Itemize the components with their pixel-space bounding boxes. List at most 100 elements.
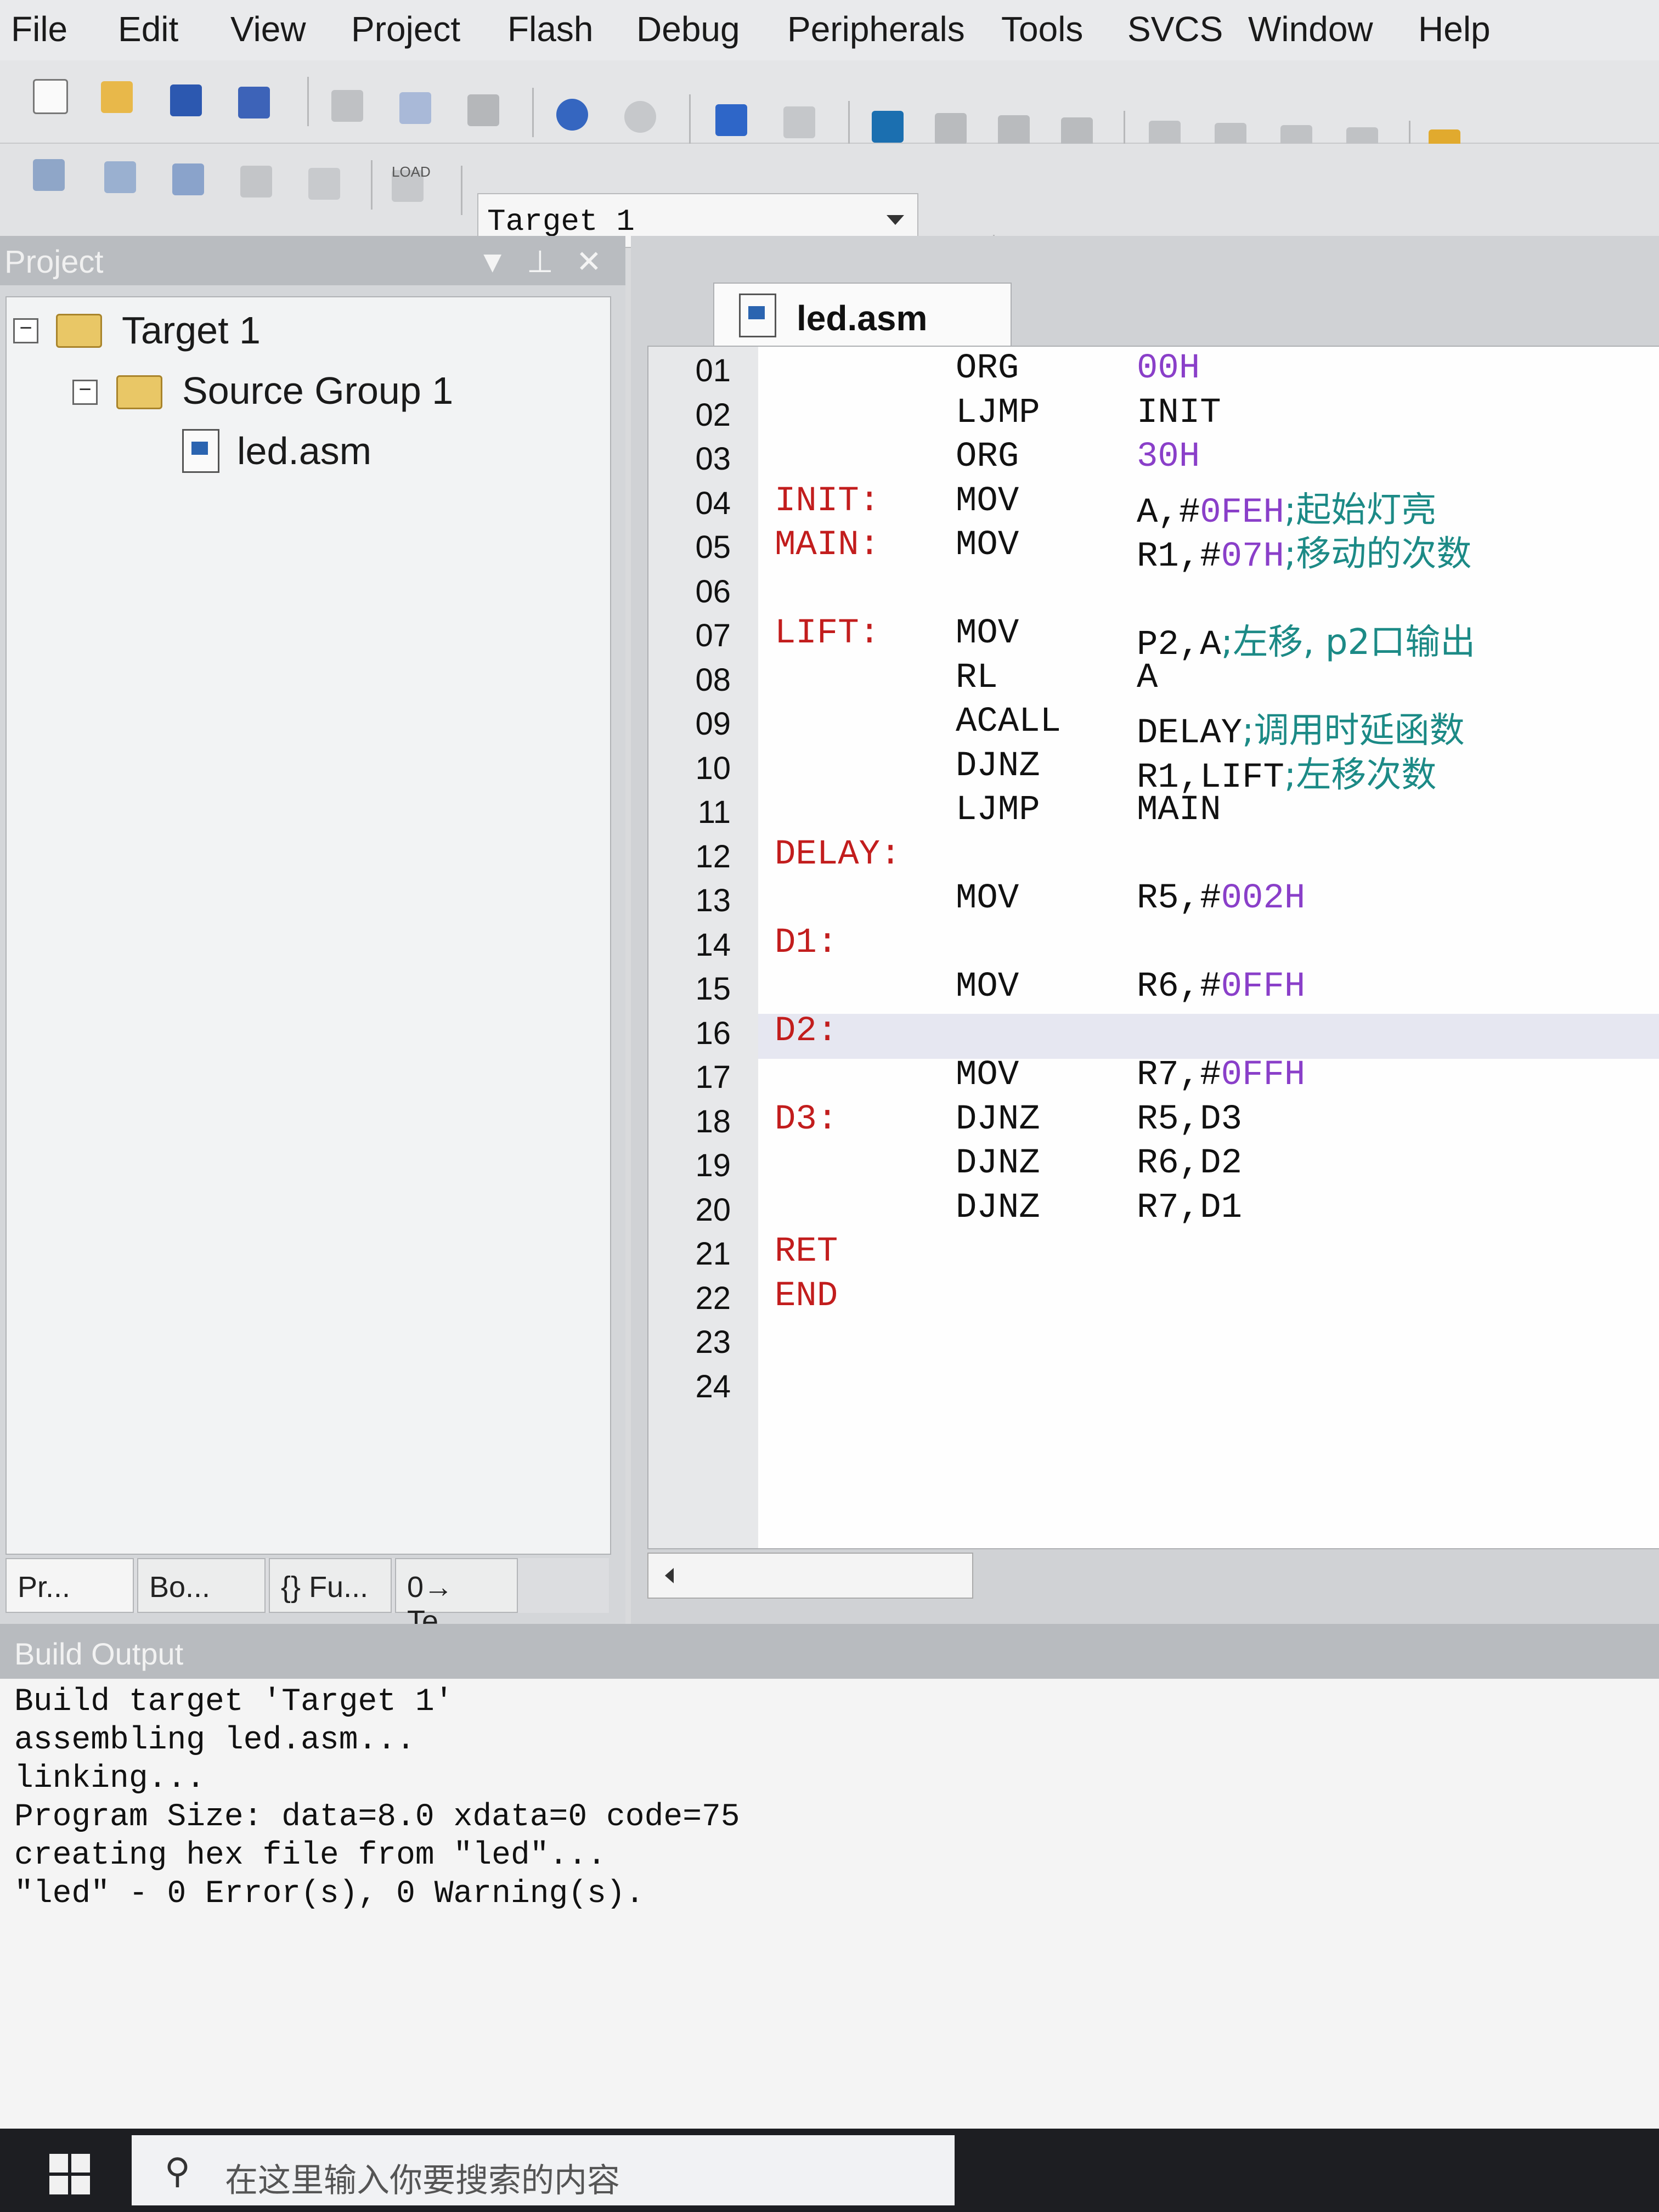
code-operand: MAIN	[1137, 791, 1221, 830]
tab-project[interactable]: Pr...	[5, 1558, 134, 1613]
collapse-target-icon[interactable]: −	[13, 318, 38, 343]
panel-menu-icon[interactable]: ▼	[477, 244, 507, 279]
translate-icon[interactable]	[25, 151, 72, 199]
redo-icon[interactable]	[617, 93, 664, 140]
code-mnemonic: ORG	[956, 437, 1019, 477]
line-number: 15	[695, 971, 731, 1007]
tree-item-target[interactable]: Target 1	[122, 308, 261, 352]
code-mnemonic: ACALL	[956, 702, 1062, 742]
copy-icon[interactable]	[392, 84, 439, 132]
line-number: 03	[695, 441, 731, 477]
line-number: 22	[695, 1280, 731, 1316]
tree-item-source-group[interactable]: Source Group 1	[182, 369, 453, 413]
project-panel-tabs: Pr... Bo... {} Fu... 0→ Te...	[5, 1558, 609, 1638]
undo-icon[interactable]	[549, 91, 596, 138]
menu-window[interactable]: Window	[1248, 9, 1373, 49]
open-folder-icon[interactable]	[93, 74, 140, 121]
stop-build-icon[interactable]	[301, 160, 348, 207]
project-panel-header: Project ▼ ⊥ ✕	[0, 236, 625, 285]
code-operand: 30H	[1137, 437, 1200, 477]
operand-text: A	[1137, 658, 1158, 698]
menu-flash[interactable]: Flash	[507, 9, 594, 49]
code-label: D3:	[775, 1099, 838, 1139]
build-output-line: "led" - 0 Error(s), 0 Warning(s).	[14, 1876, 645, 1912]
operand-text: INIT	[1137, 393, 1221, 433]
menu-help[interactable]: Help	[1418, 9, 1491, 49]
code-operand: R7,#0FFH	[1137, 1056, 1305, 1095]
numeric-literal: 07H	[1221, 537, 1284, 577]
save-all-icon[interactable]	[230, 79, 278, 126]
code-operand: R5,#002H	[1137, 879, 1305, 918]
paste-icon[interactable]	[460, 87, 507, 134]
horizontal-scrollbar[interactable]	[647, 1553, 973, 1599]
asm-file-icon	[739, 294, 776, 337]
build-icon[interactable]	[97, 154, 144, 201]
taskbar: ⚲ 在这里输入你要搜索的内容	[0, 2129, 1659, 2212]
numeric-literal: 002H	[1221, 879, 1306, 918]
current-line-highlight	[758, 1014, 1659, 1059]
numeric-literal: 00H	[1137, 349, 1200, 388]
save-icon[interactable]	[162, 77, 210, 124]
menu-view[interactable]: View	[230, 9, 306, 49]
code-mnemonic: MOV	[956, 481, 1019, 521]
taskbar-search-box[interactable]: ⚲ 在这里输入你要搜索的内容	[132, 2135, 955, 2205]
code-label: END	[775, 1276, 838, 1316]
menu-edit[interactable]: Edit	[118, 9, 178, 49]
asm-file-icon	[182, 429, 219, 473]
collapse-group-icon[interactable]: −	[72, 380, 98, 405]
code-operand: R1,#07H;移动的次数	[1137, 526, 1471, 577]
pin-icon[interactable]: ⊥	[527, 244, 554, 280]
tree-item-led-asm[interactable]: led.asm	[237, 429, 371, 473]
line-number: 07	[695, 618, 731, 653]
code-mnemonic: LJMP	[956, 393, 1040, 433]
menu-peripherals[interactable]: Peripherals	[787, 9, 965, 49]
code-label: D1:	[775, 923, 838, 963]
taskbar-search-placeholder: 在这里输入你要搜索的内容	[225, 2162, 620, 2200]
code-comment: ;起始灯亮	[1284, 489, 1437, 531]
project-tree: − Target 1 − Source Group 1 led.asm	[5, 296, 611, 1555]
line-number: 13	[695, 883, 731, 918]
close-icon[interactable]: ✕	[576, 244, 602, 280]
scroll-left-icon[interactable]	[665, 1568, 674, 1583]
windows-logo-icon[interactable]	[22, 2140, 121, 2201]
operand-text: MAIN	[1137, 791, 1221, 830]
code-operand: R5,D3	[1137, 1100, 1242, 1139]
build-output-text[interactable]: Build target 'Target 1' assembling led.as…	[14, 1679, 1644, 2096]
tab-books-label: Bo...	[149, 1571, 211, 1604]
code-label: LIFT:	[775, 614, 881, 653]
code-editor[interactable]: 01 ORG 00H 02 LJMP INIT 03 ORG 30H 04 INIT: MOV A,#0…	[647, 346, 1659, 1549]
operand-text: R7,#	[1137, 1056, 1221, 1095]
menu-tools[interactable]: Tools	[1001, 9, 1083, 49]
code-comment: ;调用时延函数	[1242, 710, 1465, 751]
build-output-line: Build target 'Target 1'	[14, 1684, 454, 1720]
line-number: 18	[695, 1103, 731, 1139]
menu-bar: File Edit View Project Flash Debug Perip…	[0, 0, 1659, 60]
nav-back-icon[interactable]	[708, 97, 755, 144]
code-label: MAIN:	[775, 526, 881, 565]
build-output-line: creating hex file from "led"...	[14, 1838, 606, 1874]
tab-led-asm[interactable]: led.asm	[713, 283, 1012, 349]
target-icon	[56, 314, 102, 348]
cut-icon[interactable]	[324, 82, 371, 129]
code-mnemonic: MOV	[956, 879, 1019, 918]
code-mnemonic: MOV	[956, 1056, 1019, 1095]
target-select-value: Target 1	[487, 204, 635, 239]
line-number: 20	[695, 1192, 731, 1228]
tab-templates[interactable]: 0→ Te...	[395, 1558, 518, 1638]
rebuild-icon[interactable]	[165, 156, 212, 203]
download-icon[interactable]: LOAD	[384, 162, 431, 210]
menu-svcs[interactable]: SVCS	[1127, 9, 1223, 49]
menu-file[interactable]: File	[11, 9, 67, 49]
new-file-icon[interactable]	[25, 71, 72, 119]
tab-books[interactable]: Bo...	[137, 1558, 266, 1613]
chevron-down-icon[interactable]	[887, 215, 904, 225]
menu-project[interactable]: Project	[351, 9, 460, 49]
folder-icon	[116, 375, 162, 409]
menu-debug[interactable]: Debug	[636, 9, 740, 49]
code-operand: DELAY;调用时延函数	[1137, 702, 1465, 753]
batch-build-icon[interactable]	[233, 158, 280, 205]
build-output-line: Program Size: data=8.0 xdata=0 code=75	[14, 1799, 740, 1835]
tab-functions[interactable]: {} Fu...	[269, 1558, 392, 1613]
nav-forward-icon[interactable]	[776, 99, 823, 146]
numeric-literal: 0FFH	[1221, 1056, 1306, 1095]
